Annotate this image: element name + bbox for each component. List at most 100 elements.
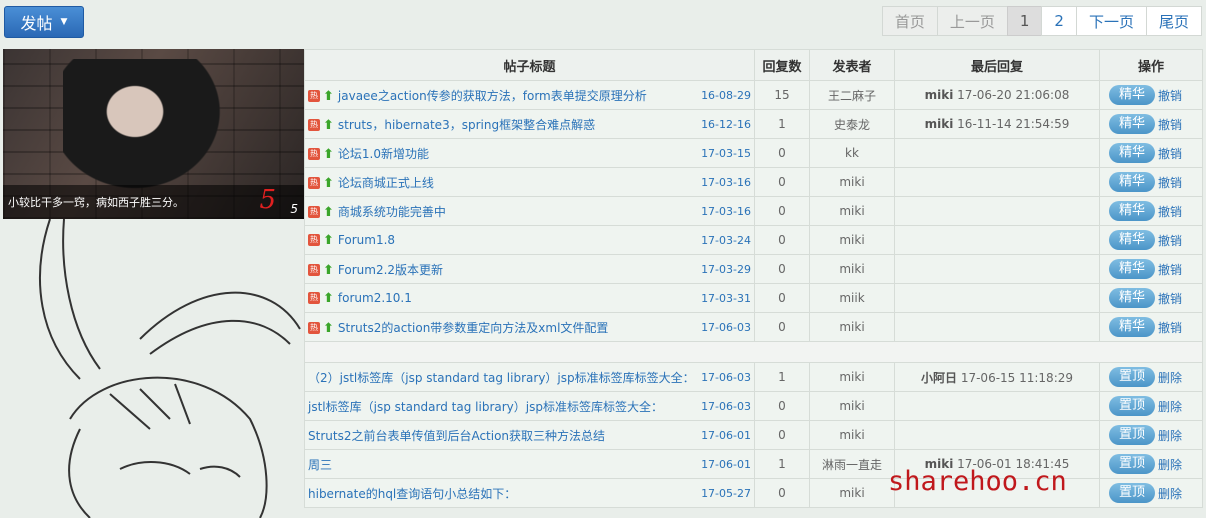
page-last[interactable]: 尾页 — [1145, 6, 1202, 36]
last-reply-time: 17-06-20 21:06:08 — [957, 88, 1070, 102]
revoke-delete-link[interactable]: 撤销 — [1158, 205, 1182, 219]
topic-title-link[interactable]: jstl标签库（jsp standard tag library）jsp标准标签… — [308, 400, 663, 414]
topic-title-link[interactable]: 论坛商城正式上线 — [338, 176, 434, 190]
cell-actions: 置顶 删除 — [1099, 362, 1203, 392]
feature-action-button[interactable]: 置顶 — [1109, 396, 1155, 416]
table-row: 热 ⬆ struts，hibernate3，spring框架整合难点解惑 16-12-… — [304, 109, 1203, 139]
cell-replies: 15 — [754, 80, 810, 110]
topic-title-link[interactable]: 商城系统功能完善中 — [338, 205, 446, 219]
cell-actions: 置顶 删除 — [1099, 420, 1203, 450]
cell-replies: 0 — [754, 138, 810, 168]
cell-last-reply: 小阿日 17-06-15 11:18:29 — [894, 362, 1100, 392]
header-replies: 回复数 — [754, 49, 810, 81]
hot-icon: 热 — [308, 177, 320, 189]
revoke-delete-link[interactable]: 撤销 — [1158, 147, 1182, 161]
cell-author: miki — [809, 312, 895, 342]
topic-date: 16-12-16 — [701, 117, 751, 131]
hot-icon: 热 — [308, 206, 320, 218]
table-row: 热 ⬆ Struts2的action带参数重定向方法及xml文件配置 17-06-03… — [304, 312, 1203, 342]
page-next[interactable]: 下一页 — [1075, 6, 1147, 36]
cell-author: miki — [809, 478, 895, 508]
cell-replies: 1 — [754, 362, 810, 392]
topic-title-link[interactable]: hibernate的hql查询语句小总结如下： — [308, 487, 516, 501]
header-author: 发表者 — [809, 49, 895, 81]
revoke-delete-link[interactable]: 撤销 — [1158, 292, 1182, 306]
promo-slideshow[interactable]: 小较比干多一窍，病如西子胜三分。 5 5 — [3, 49, 304, 219]
feature-action-button[interactable]: 精华 — [1109, 143, 1155, 163]
revoke-delete-link[interactable]: 撤销 — [1158, 263, 1182, 277]
page-prev[interactable]: 上一页 — [936, 6, 1008, 36]
topic-table: 帖子标题 回复数 发表者 最后回复 操作 热 ⬆ javaee之action传参的获… — [304, 49, 1203, 508]
cell-last-reply — [894, 391, 1100, 421]
feature-action-button[interactable]: 精华 — [1109, 114, 1155, 134]
cell-author: 王二麻子 — [809, 80, 895, 110]
arrow-up-icon: ⬆ — [323, 117, 334, 133]
cell-actions: 精华 撤销 — [1099, 196, 1203, 226]
post-button[interactable]: 发帖 ▼ — [4, 6, 84, 38]
topic-date: 17-06-03 — [701, 370, 751, 384]
revoke-delete-link[interactable]: 撤销 — [1158, 89, 1182, 103]
hot-icon: 热 — [308, 148, 320, 160]
feature-action-button[interactable]: 精华 — [1109, 172, 1155, 192]
cell-last-reply: miki 17-06-20 21:06:08 — [894, 80, 1100, 110]
feature-action-button[interactable]: 精华 — [1109, 259, 1155, 279]
topic-title-link[interactable]: 论坛1.0新增功能 — [338, 147, 429, 161]
topic-title-link[interactable]: Forum1.8 — [338, 233, 395, 247]
revoke-delete-link[interactable]: 删除 — [1158, 400, 1182, 414]
revoke-delete-link[interactable]: 撤销 — [1158, 118, 1182, 132]
cell-title: hibernate的hql查询语句小总结如下： 17-05-27 — [304, 478, 755, 508]
topic-date: 17-03-16 — [701, 175, 751, 189]
topic-title-link[interactable]: Struts2之前台表单传值到后台Action获取三种方法总结 — [308, 429, 605, 443]
cell-last-reply: miki 16-11-14 21:54:59 — [894, 109, 1100, 139]
revoke-delete-link[interactable]: 删除 — [1158, 371, 1182, 385]
arrow-up-icon: ⬆ — [323, 175, 334, 191]
feature-action-button[interactable]: 精华 — [1109, 230, 1155, 250]
topic-title-link[interactable]: 周三 — [308, 458, 332, 472]
topic-title-link[interactable]: Struts2的action带参数重定向方法及xml文件配置 — [338, 321, 609, 335]
cell-replies: 0 — [754, 196, 810, 226]
topic-date: 17-03-16 — [701, 204, 751, 218]
watermark: sharehoo.cn — [888, 466, 1067, 497]
feature-action-button[interactable]: 精华 — [1109, 317, 1155, 337]
revoke-delete-link[interactable]: 删除 — [1158, 487, 1182, 501]
cell-actions: 精华 撤销 — [1099, 283, 1203, 313]
feature-action-button[interactable]: 精华 — [1109, 201, 1155, 221]
topic-title-link[interactable]: forum2.10.1 — [338, 291, 412, 305]
table-row: 热 ⬆ forum2.10.1 17-03-31 0 miik 精华 撤销 — [304, 283, 1203, 313]
feature-action-button[interactable]: 置顶 — [1109, 483, 1155, 503]
pagination: 首页 上一页 1 2 下一页 尾页 — [881, 6, 1202, 36]
revoke-delete-link[interactable]: 撤销 — [1158, 321, 1182, 335]
topic-title-link[interactable]: struts，hibernate3，spring框架整合难点解惑 — [338, 118, 595, 132]
cell-actions: 置顶 删除 — [1099, 391, 1203, 421]
page-2[interactable]: 2 — [1041, 6, 1077, 36]
arrow-up-icon: ⬆ — [323, 204, 334, 220]
topic-title-link[interactable]: javaee之action传参的获取方法，form表单提交原理分析 — [338, 89, 647, 103]
feature-action-button[interactable]: 置顶 — [1109, 367, 1155, 387]
cell-author: miik — [809, 283, 895, 313]
table-row: Struts2之前台表单传值到后台Action获取三种方法总结 17-06-01 0… — [304, 420, 1203, 450]
cell-title: 热 ⬆ struts，hibernate3，spring框架整合难点解惑 16-12-… — [304, 109, 755, 139]
revoke-delete-link[interactable]: 撤销 — [1158, 176, 1182, 190]
last-reply-user: miki — [924, 117, 954, 131]
promo-slide-count: 5 — [290, 202, 298, 216]
feature-action-button[interactable]: 精华 — [1109, 85, 1155, 105]
section-divider — [304, 341, 1203, 363]
feature-action-button[interactable]: 精华 — [1109, 288, 1155, 308]
topic-title-link[interactable]: （2）jstl标签库（jsp standard tag library）jsp标… — [308, 371, 695, 385]
table-header: 帖子标题 回复数 发表者 最后回复 操作 — [304, 49, 1203, 81]
cell-title: （2）jstl标签库（jsp standard tag library）jsp标… — [304, 362, 755, 392]
cell-actions: 精华 撤销 — [1099, 138, 1203, 168]
page-first[interactable]: 首页 — [881, 6, 938, 36]
topic-date: 17-06-01 — [701, 457, 751, 471]
cell-actions: 精华 撤销 — [1099, 225, 1203, 255]
feature-action-button[interactable]: 置顶 — [1109, 454, 1155, 474]
topic-title-link[interactable]: Forum2.2版本更新 — [338, 263, 443, 277]
table-row: hibernate的hql查询语句小总结如下： 17-05-27 0 miki 置顶删… — [304, 478, 1203, 508]
revoke-delete-link[interactable]: 删除 — [1158, 429, 1182, 443]
revoke-delete-link[interactable]: 撤销 — [1158, 234, 1182, 248]
cell-title: 热 ⬆ Forum1.8 17-03-24 — [304, 225, 755, 255]
feature-action-button[interactable]: 置顶 — [1109, 425, 1155, 445]
topic-date: 17-03-29 — [701, 262, 751, 276]
revoke-delete-link[interactable]: 删除 — [1158, 458, 1182, 472]
page-1[interactable]: 1 — [1006, 6, 1043, 36]
